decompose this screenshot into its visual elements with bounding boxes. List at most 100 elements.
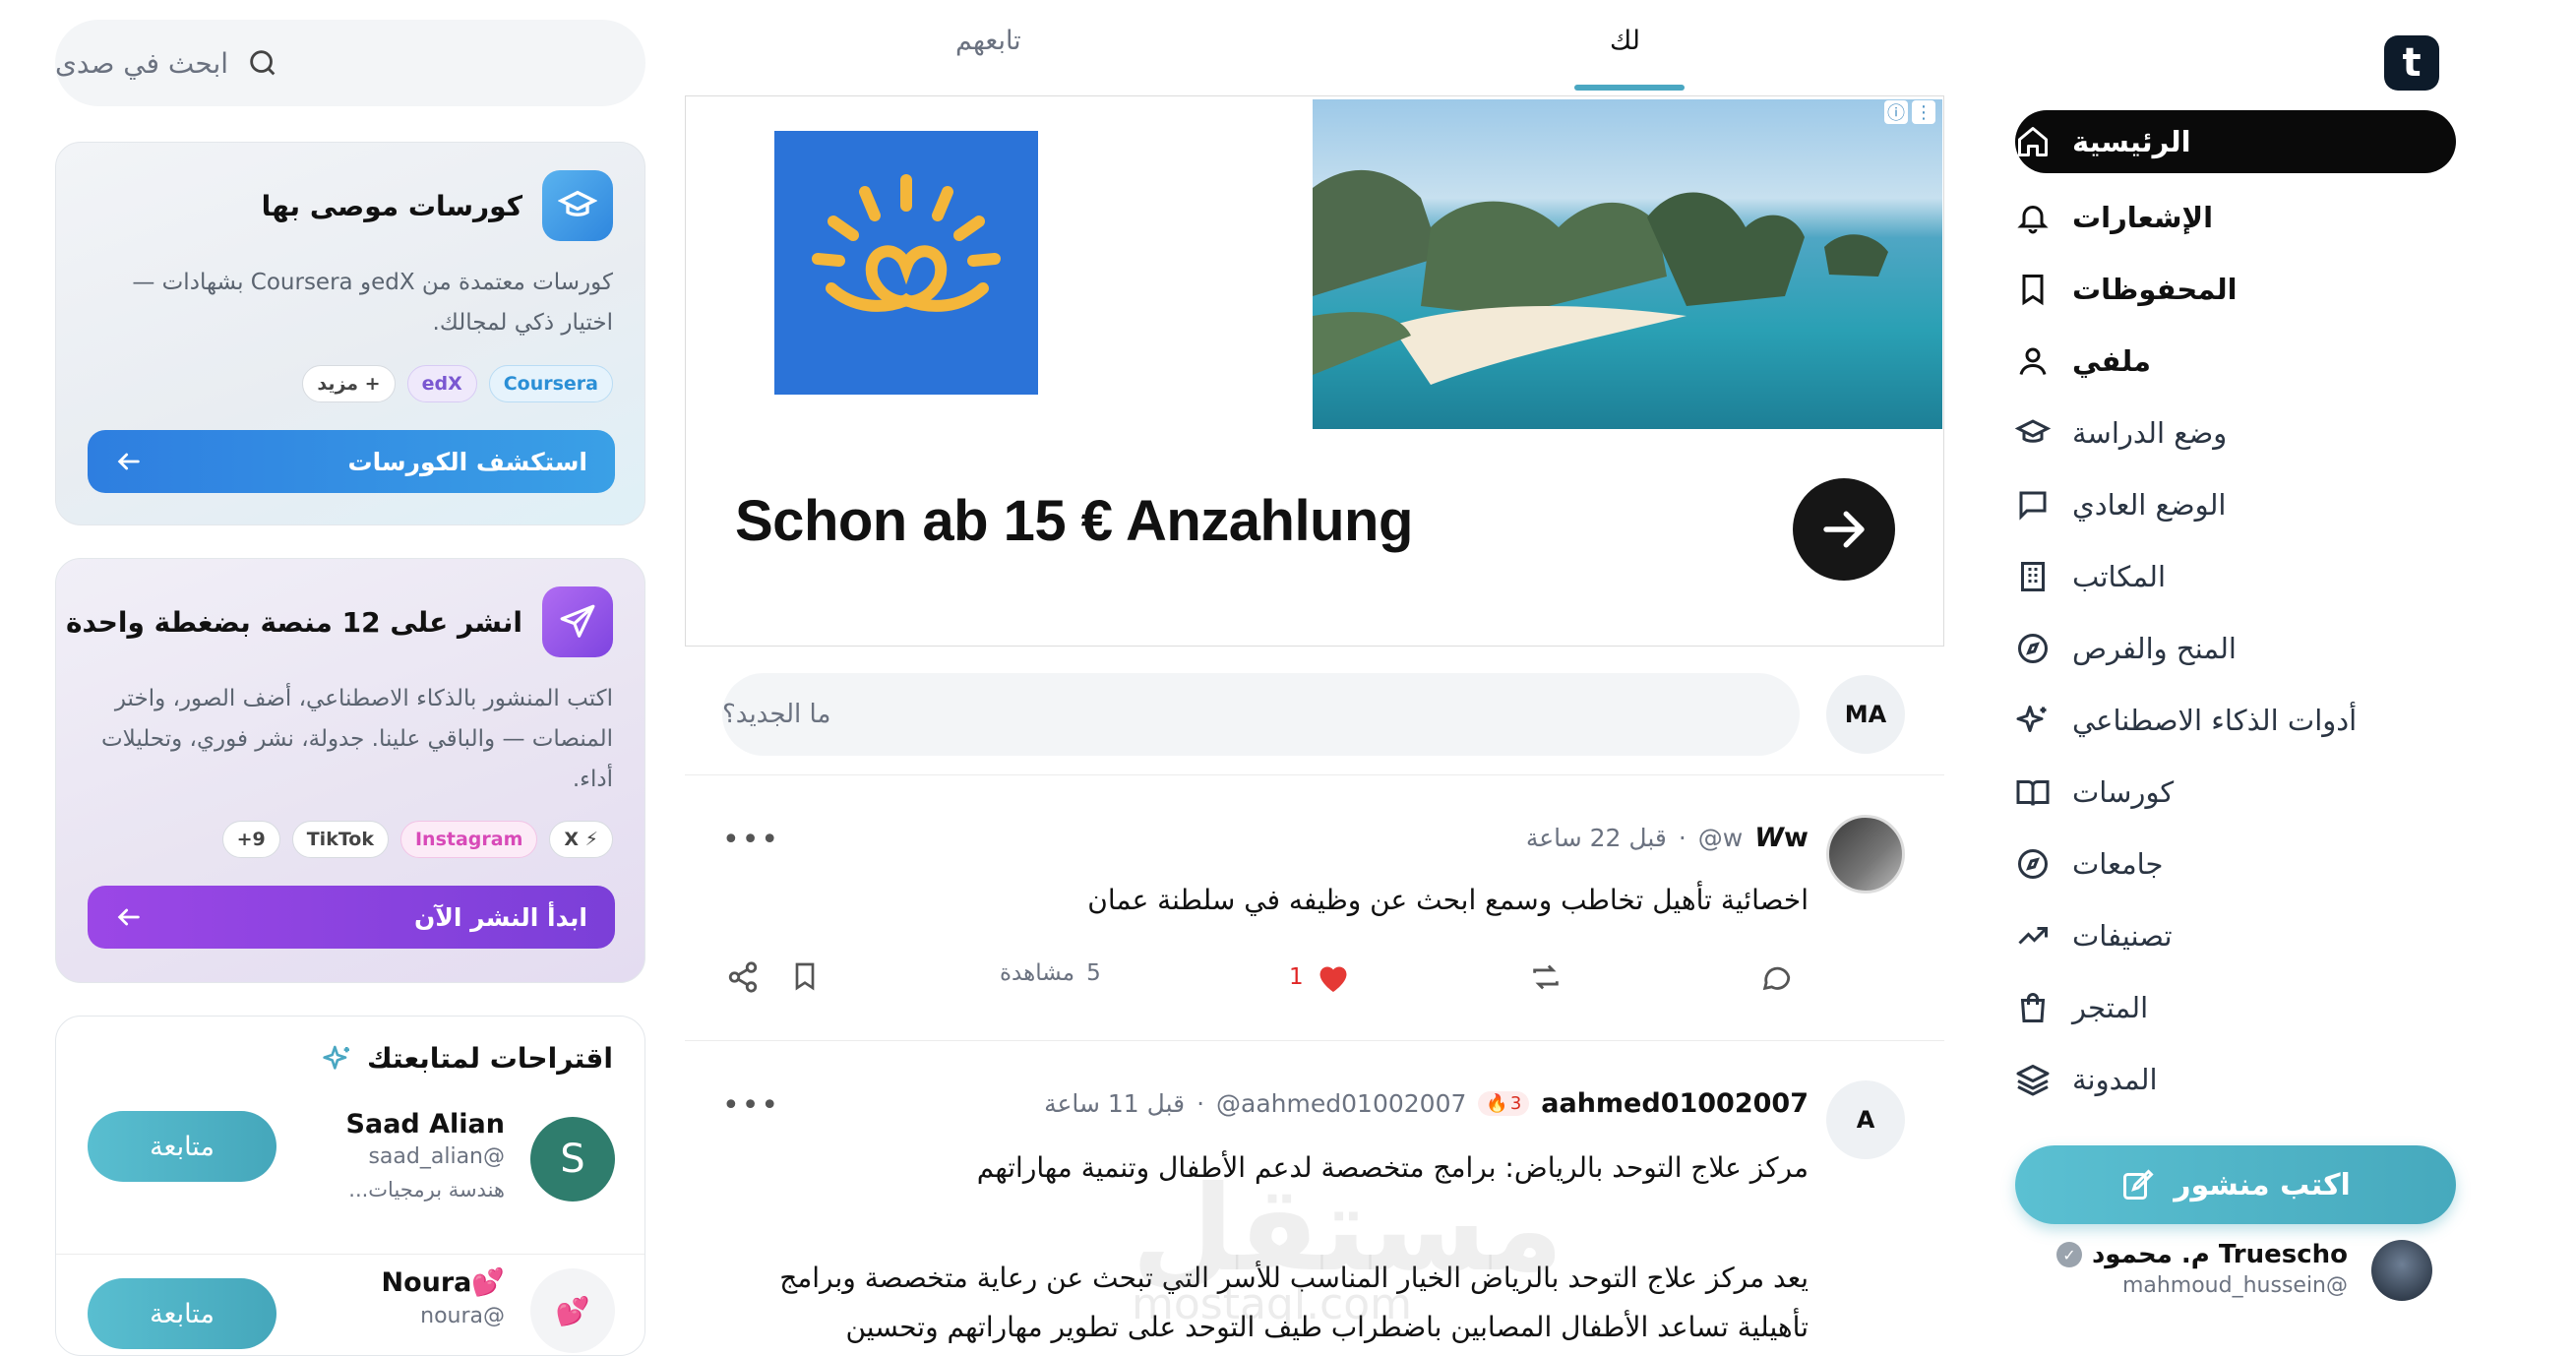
card-title: كورسات موصى بها [261, 190, 522, 222]
sidebar-item-saved[interactable]: المحفوظات [2015, 253, 2456, 325]
suggestion-handle: noura@ [420, 1304, 505, 1328]
comment-button[interactable] [1759, 960, 1793, 994]
sidebar-item-label: جامعات [2072, 846, 2164, 881]
follow-button[interactable]: متابعة [88, 1278, 276, 1349]
coastline-image [1313, 169, 1888, 385]
book-open-icon [2016, 779, 2050, 806]
post-author[interactable]: aahmed01002007 [1541, 1088, 1809, 1119]
advertisement[interactable]: ⓘ ⋮ Schon ab 15 € Anzahlung [685, 95, 1944, 647]
post-handle[interactable]: aahmed01002007@ [1216, 1089, 1466, 1118]
sidebar-item-study-mode[interactable]: وضع الدراسة [2015, 397, 2456, 468]
write-post-button[interactable]: اكتب منشور [2015, 1145, 2456, 1224]
avatar[interactable]: 💕 [530, 1268, 615, 1353]
sidebar-item-label: أدوات الذكاء الاصطناعي [2072, 703, 2358, 737]
sidebar-item-notifications[interactable]: الإشعارات [2015, 181, 2456, 253]
more-options-icon[interactable]: ••• [722, 823, 780, 857]
sidebar-item-ai-tools[interactable]: أدوات الذكاء الاصطناعي [2015, 684, 2456, 756]
bookmark-button[interactable] [789, 960, 821, 992]
sidebar-item-label: كورسات [2072, 774, 2175, 809]
tab-for-you[interactable]: لك [1610, 26, 1640, 56]
sidebar-item-profile[interactable]: ملفي [2015, 325, 2456, 397]
suggestion-handle: saad_alian@ [368, 1144, 505, 1169]
follow-button[interactable]: متابعة [88, 1111, 276, 1182]
building-icon [2021, 561, 2045, 591]
card-description: اكتب المنشور بالذكاء الاصطناعي، أضف الصو… [100, 686, 613, 792]
bookmark-icon [795, 962, 815, 991]
trending-icon [2018, 926, 2048, 945]
more-vertical-icon[interactable]: ⋮ [1912, 100, 1935, 124]
publish-card: انشر على 12 منصة بضغطة واحدة اكتب المنشو… [55, 558, 645, 983]
ad-photo-beach [1313, 99, 1942, 429]
ad-choices[interactable]: ⓘ ⋮ [1884, 100, 1935, 124]
profile-handle: mahmoud_hussein@ [2121, 1273, 2348, 1298]
chip-x[interactable]: X ⚡ [549, 821, 613, 858]
suggestion-item: S Saad Alian saad_alian@ هندسة برمجيات..… [56, 1101, 644, 1255]
current-user-profile[interactable]: Truescho م. محمود ✓ mahmoud_hussein@ [2047, 1238, 2432, 1305]
post-header: aahmed01002007 3 🔥 aahmed01002007@ · قبل … [1044, 1088, 1809, 1119]
chip[interactable]: + مزيد [302, 365, 396, 402]
share-icon [728, 961, 758, 993]
chip[interactable]: +9 [221, 821, 280, 858]
profile-name: Truescho م. محمود ✓ [2055, 1240, 2348, 1269]
write-post-label: اكتب منشور [2174, 1167, 2351, 1202]
chip[interactable]: TikTok [291, 821, 389, 858]
feed-tabs: لك تابعهم [685, 0, 1944, 94]
avatar[interactable]: A [1826, 1080, 1905, 1159]
chip[interactable]: Coursera [488, 365, 613, 402]
watermark-arabic: مستقل [1132, 1161, 1564, 1298]
explore-courses-button[interactable]: استكشف الكورسات [88, 430, 615, 493]
app-logo[interactable]: t [2384, 35, 2439, 91]
follow-suggestions: اقتراحات لمتابعتك S Saad Alian saad_alia… [55, 1016, 645, 1356]
more-options-icon[interactable]: ••• [722, 1088, 780, 1123]
sidebar-item-offices[interactable]: المكاتب [2015, 540, 2456, 612]
separator: · [1196, 1089, 1205, 1118]
feed-post: 𝙒w w@ · قبل 22 ساعة ••• اخصائية تأهيل تخ… [685, 787, 1944, 1041]
suggestion-name[interactable]: Saad Alian [346, 1109, 505, 1140]
composer-input[interactable]: ما الجديد؟ [722, 673, 1800, 756]
tab-following[interactable]: تابعهم [955, 26, 1021, 56]
verified-badge-icon: ✓ [2055, 1242, 2082, 1267]
sidebar-item-universities[interactable]: جامعات [2015, 828, 2456, 899]
sun-heart-icon [812, 174, 1001, 312]
courses-card: كورسات موصى بها كورسات معتمدة من edXو Co… [55, 142, 645, 525]
shopping-bag-icon [2020, 992, 2046, 1022]
post-actions: 5 مشاهدة 1 [724, 956, 1826, 1006]
search-input[interactable]: ابحث في صدى [55, 20, 645, 106]
post-handle[interactable]: w@ [1698, 824, 1743, 852]
platform-chips: X ⚡ Instagram TikTok +9 [221, 821, 613, 858]
post-time: قبل 11 ساعة [1044, 1089, 1186, 1118]
ad-arrow-button[interactable] [1793, 478, 1895, 581]
post-author[interactable]: 𝙒w [1754, 823, 1809, 853]
chat-icon [2019, 491, 2047, 521]
like-button[interactable]: 1 [1289, 960, 1351, 994]
sidebar-item-label: ملفي [2072, 343, 2152, 378]
sidebar-item-store[interactable]: المتجر [2015, 971, 2456, 1043]
sidebar-item-label: وضع الدراسة [2072, 415, 2228, 450]
avatar[interactable]: MA [1826, 675, 1905, 754]
start-publishing-button[interactable]: ابدأ النشر الآن [88, 886, 615, 949]
arrow-right-icon [1823, 511, 1865, 548]
sidebar-item-rankings[interactable]: تصنيفات [2015, 899, 2456, 971]
suggestion-name[interactable]: Noura💕 [381, 1266, 505, 1298]
arrow-left-icon [117, 453, 140, 470]
post-composer: ما الجديد؟ MA [685, 669, 1944, 775]
sidebar-item-blog[interactable]: المدونة [2015, 1043, 2456, 1115]
avatar[interactable] [1826, 815, 1905, 894]
views-count: 5 مشاهدة [1000, 960, 1101, 986]
avatar[interactable]: S [530, 1117, 615, 1202]
sidebar-item-label: المتجر [2072, 990, 2149, 1024]
sidebar-item-home[interactable]: الرئيسية [2015, 110, 2456, 173]
share-button[interactable] [726, 960, 760, 994]
graduation-cap-icon [542, 170, 613, 241]
bell-icon [2017, 205, 2049, 233]
chip[interactable]: Instagram [399, 821, 538, 858]
repost-button[interactable] [1529, 960, 1563, 994]
post-time: قبل 22 ساعة [1525, 824, 1667, 852]
chip[interactable]: edX [406, 365, 477, 402]
sidebar-item-scholarships[interactable]: المنح والفرص [2015, 612, 2456, 684]
info-icon[interactable]: ⓘ [1884, 100, 1908, 124]
sidebar-item-courses[interactable]: كورسات [2015, 756, 2456, 828]
sidebar-item-normal-mode[interactable]: الوضع العادي [2015, 468, 2456, 540]
suggestion-bio: هندسة برمجيات... [348, 1178, 505, 1202]
layers-icon [2016, 1064, 2050, 1095]
